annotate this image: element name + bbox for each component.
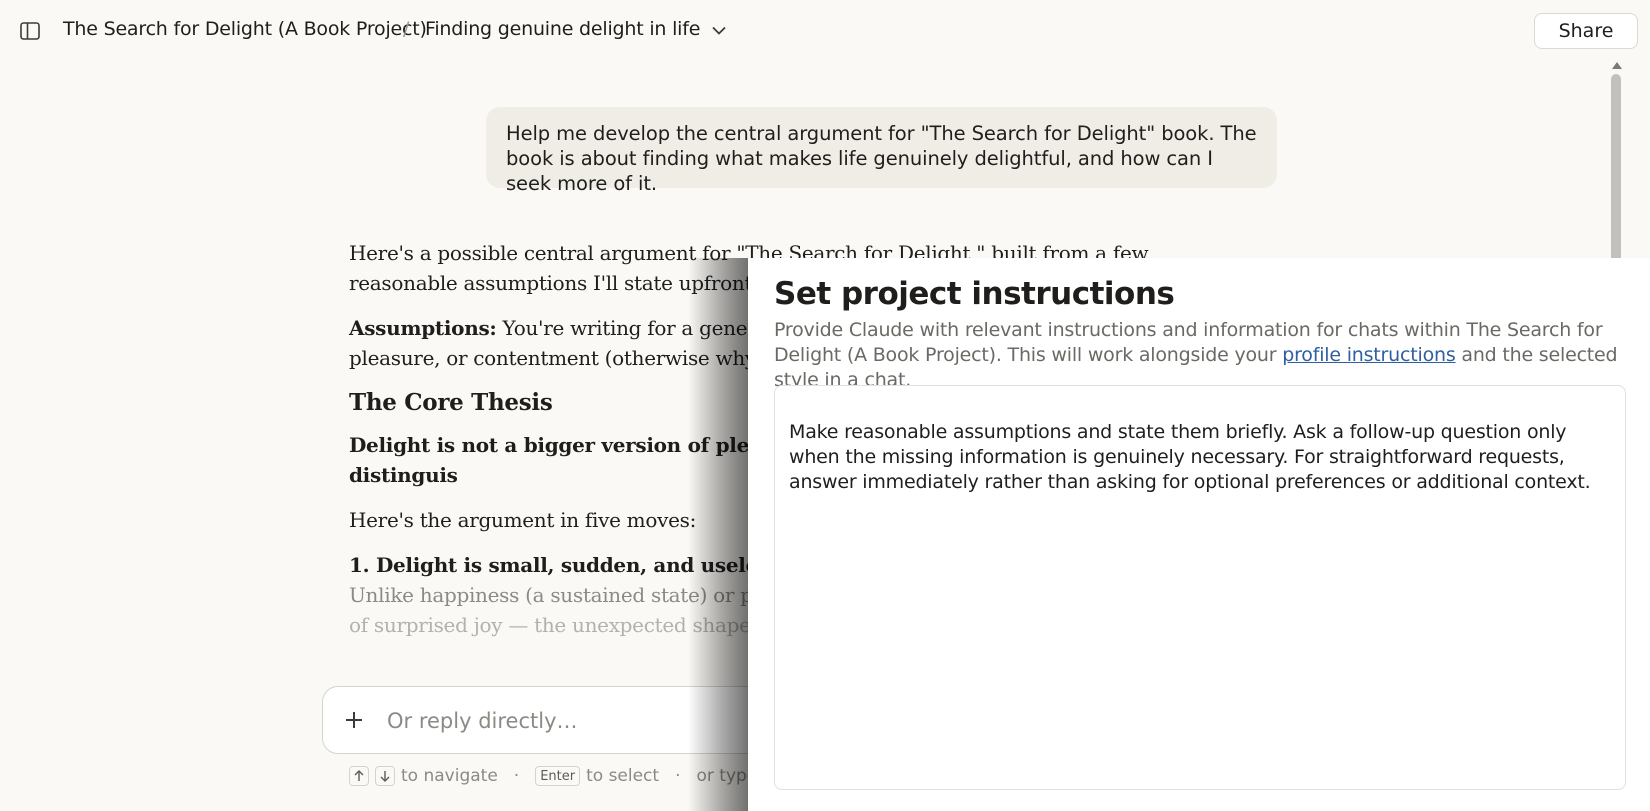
hint-select: to select (586, 766, 660, 786)
assumptions-label: Assumptions: (349, 316, 497, 340)
panel-description: Provide Claude with relevant instruction… (774, 318, 1624, 393)
arrow-up-icon (349, 766, 369, 786)
enter-key: Enter (535, 766, 581, 786)
panel-title: Set project instructions (774, 276, 1175, 312)
sidebar-toggle-icon[interactable] (18, 20, 42, 42)
chat-title-dropdown[interactable]: Finding genuine delight in life (425, 18, 726, 40)
breadcrumb-separator: / (403, 18, 410, 40)
share-button[interactable]: Share (1534, 13, 1638, 49)
profile-instructions-link[interactable]: profile instructions (1282, 344, 1456, 366)
top-bar: The Search for Delight (A Book Project) … (0, 0, 1650, 62)
panel-shadow (688, 258, 748, 811)
chevron-down-icon (712, 18, 726, 40)
hint-navigate: to navigate (401, 766, 498, 786)
breadcrumb-project[interactable]: The Search for Delight (A Book Project) (63, 18, 427, 40)
instructions-textarea[interactable]: Make reasonable assumptions and state th… (774, 385, 1626, 790)
plus-icon[interactable] (341, 707, 367, 733)
project-instructions-panel: Set project instructions Provide Claude … (748, 258, 1650, 811)
scrollbar-thumb[interactable] (1611, 74, 1621, 274)
chat-title: Finding genuine delight in life (425, 18, 701, 40)
hint-dot: · (675, 766, 681, 786)
scroll-up-arrow[interactable] (1612, 62, 1622, 69)
arrow-down-icon (375, 766, 395, 786)
hint-dot: · (513, 766, 520, 786)
user-message: Help me develop the central argument for… (486, 107, 1277, 195)
